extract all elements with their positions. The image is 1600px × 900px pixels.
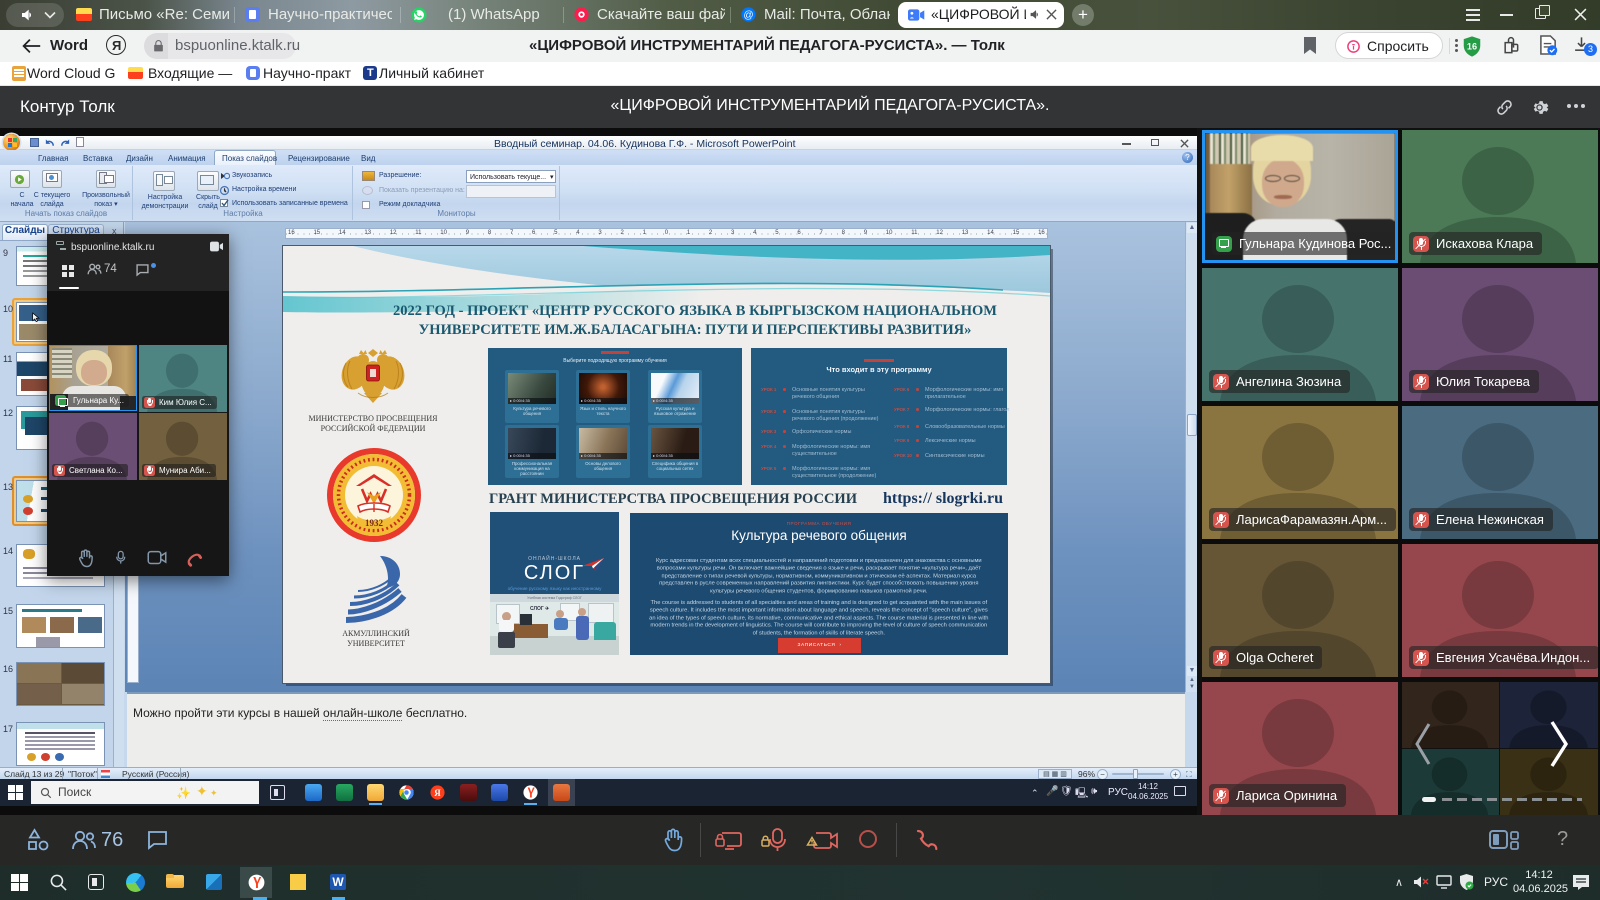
svg-text:@: @ [743, 10, 753, 21]
svg-text:1932: 1932 [365, 518, 384, 528]
svg-text:Я: Я [434, 788, 441, 798]
svg-text:16: 16 [1467, 42, 1477, 52]
